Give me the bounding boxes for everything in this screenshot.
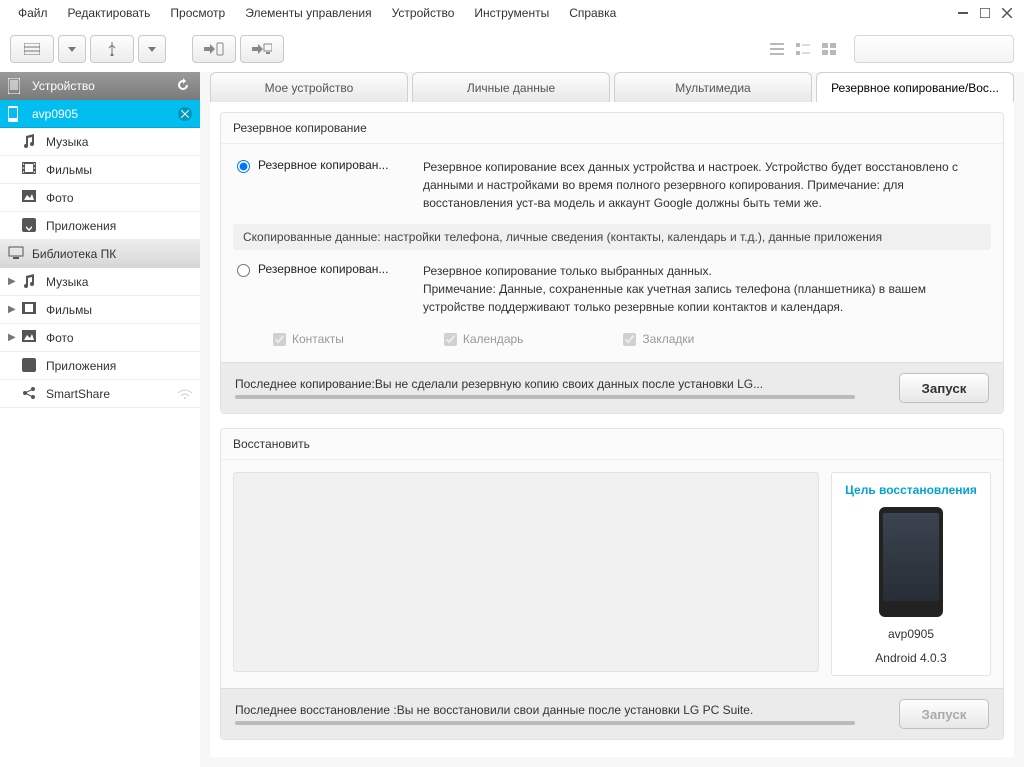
usb-dropdown[interactable] [138,35,166,63]
backup-progress [235,395,855,399]
close-icon[interactable] [998,6,1016,20]
copied-data-note: Скопированные данные: настройки телефона… [233,224,991,250]
view-detail-icon[interactable] [792,38,814,60]
tab-backup-restore[interactable]: Резервное копирование/Вос... [816,72,1014,102]
sidebar-lib-movies[interactable]: ▶Фильмы [0,296,200,324]
chevron-right-icon: ▶ [8,276,18,287]
chevron-right-icon: ▶ [8,304,18,315]
apps-icon [22,358,38,374]
library-dropdown[interactable] [58,35,86,63]
photo-icon [22,330,38,346]
sidebar-item-movies[interactable]: Фильмы [0,156,200,184]
backup-group: Резервное копирование Резервное копирова… [220,112,1004,414]
restore-device-name: avp0905 [888,627,934,641]
usb-button[interactable] [90,35,134,63]
toolbar [0,26,1024,72]
music-icon [22,134,38,150]
view-list-icon[interactable] [766,38,788,60]
tab-multimedia[interactable]: Мультимедиа [614,72,812,102]
view-grid-icon[interactable] [818,38,840,60]
backup-full-radio[interactable] [237,160,250,173]
device-icon [8,78,24,94]
library-button[interactable] [10,35,54,63]
sidebar-item-photo[interactable]: Фото [0,184,200,212]
sidebar-library-header: Библиотека ПК [0,240,200,268]
restore-progress [235,721,855,725]
menu-file[interactable]: Файл [8,3,58,23]
menu-edit[interactable]: Редактировать [58,3,161,23]
tabs: Мое устройство Личные данные Мультимедиа… [200,72,1024,102]
film-icon [22,162,38,178]
tab-personal-data[interactable]: Личные данные [412,72,610,102]
sidebar-library-title: Библиотека ПК [32,247,116,261]
restore-list-area [233,472,819,672]
sidebar-item-apps[interactable]: Приложения [0,212,200,240]
sidebar-device-header: Устройство [0,72,200,100]
device-name-label: avp0905 [32,107,178,121]
chevron-right-icon: ▶ [8,332,18,343]
backup-selected-desc: Резервное копирование только выбранных д… [423,262,991,316]
sidebar-lib-photo[interactable]: ▶Фото [0,324,200,352]
last-restore-text: Последнее восстановление :Вы не восстано… [235,703,899,717]
sidebar-connected-device[interactable]: avp0905 [0,100,200,128]
backup-selected-label: Резервное копирован... [258,262,388,276]
music-icon [22,274,38,290]
menu-tools[interactable]: Инструменты [464,3,559,23]
backup-checks: Контакты Календарь Закладки [233,324,991,350]
film-icon [22,302,38,318]
backup-action-row: Последнее копирование:Вы не сделали резе… [221,362,1003,413]
backup-selected-radio[interactable] [237,264,250,277]
restore-run-button[interactable]: Запуск [899,699,989,729]
sidebar-lib-smartshare[interactable]: ▶SmartShare [0,380,200,408]
phone-illustration [879,507,943,617]
search-input[interactable] [854,35,1014,63]
maximize-icon[interactable] [976,6,994,20]
backup-run-button[interactable]: Запуск [899,373,989,403]
restore-action-row: Последнее восстановление :Вы не восстано… [221,688,1003,739]
sync-to-pc-button[interactable] [240,35,284,63]
menu-help[interactable]: Справка [559,3,626,23]
backup-full-label: Резервное копирован... [258,158,388,172]
menubar: Файл Редактировать Просмотр Элементы упр… [0,0,1024,26]
menu-device[interactable]: Устройство [382,3,465,23]
sidebar-item-music[interactable]: Музыка [0,128,200,156]
restore-target-panel: Цель восстановления avp0905 Android 4.0.… [831,472,991,676]
backup-group-title: Резервное копирование [221,113,1003,144]
wifi-icon [178,389,192,399]
sidebar: Устройство avp0905 Музыка Фильмы Фото Пр… [0,72,200,767]
smartshare-icon [22,386,38,402]
sidebar-device-title: Устройство [32,79,95,93]
menu-controls[interactable]: Элементы управления [235,3,381,23]
menu-view[interactable]: Просмотр [160,3,235,23]
restore-device-os: Android 4.0.3 [875,651,946,665]
check-bookmarks[interactable]: Закладки [623,332,694,346]
check-calendar[interactable]: Календарь [444,332,524,346]
apps-icon [22,218,38,234]
phone-icon [8,106,24,122]
check-contacts[interactable]: Контакты [273,332,344,346]
tab-my-device[interactable]: Мое устройство [210,72,408,102]
minimize-icon[interactable] [954,6,972,20]
last-backup-text: Последнее копирование:Вы не сделали резе… [235,377,899,391]
restore-target-title: Цель восстановления [845,483,977,497]
sync-to-device-button[interactable] [192,35,236,63]
restore-group-title: Восстановить [221,429,1003,460]
sidebar-lib-apps[interactable]: ▶Приложения [0,352,200,380]
photo-icon [22,190,38,206]
computer-icon [8,246,24,262]
content-area: Мое устройство Личные данные Мультимедиа… [200,72,1024,767]
restore-group: Восстановить Цель восстановления avp0905… [220,428,1004,740]
backup-full-desc: Резервное копирование всех данных устрой… [423,158,991,212]
eject-device-icon[interactable] [178,107,192,121]
sidebar-lib-music[interactable]: ▶Музыка [0,268,200,296]
refresh-icon[interactable] [176,78,192,94]
